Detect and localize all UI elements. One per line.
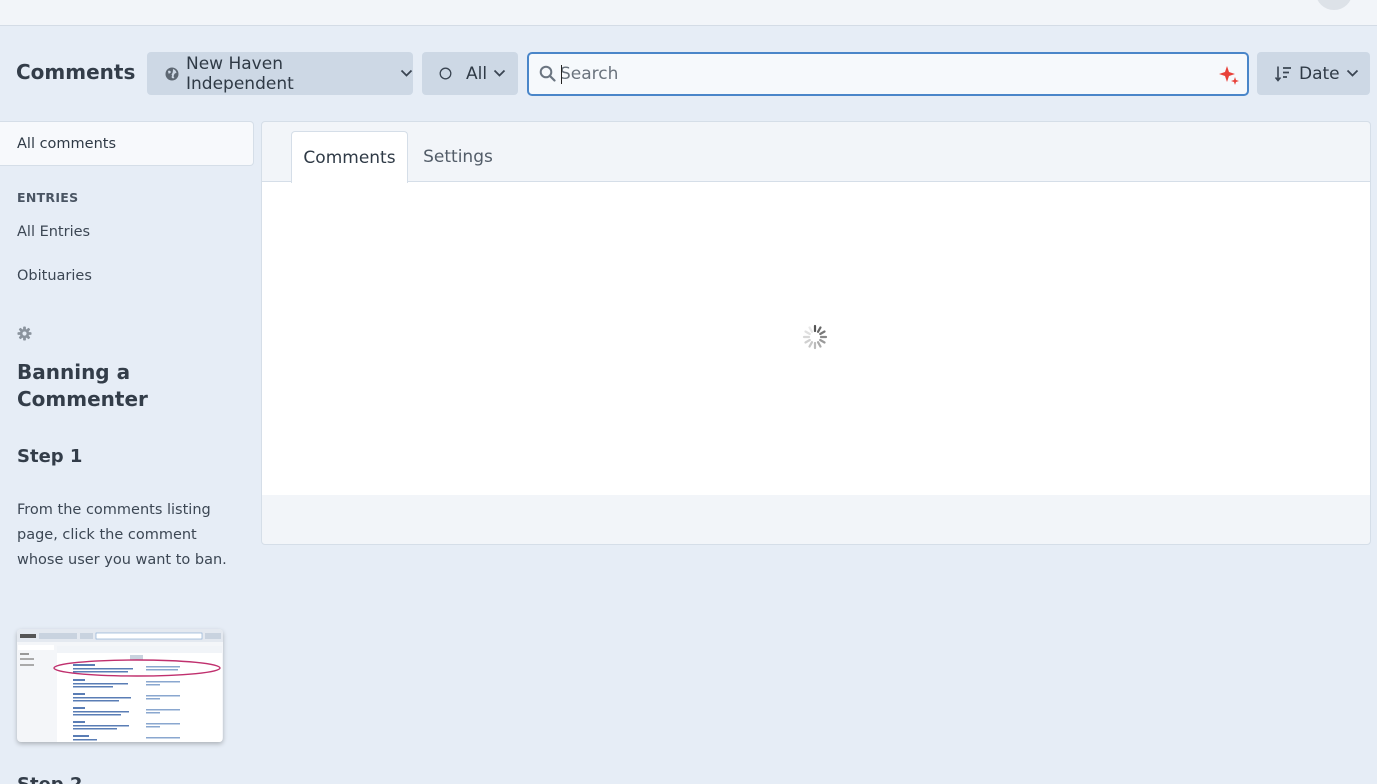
sidebar-heading-entries: ENTRIES xyxy=(17,190,79,205)
search-icon xyxy=(539,65,556,86)
spinner-icon xyxy=(802,324,828,354)
sort-icon xyxy=(1274,65,1292,83)
circle-icon xyxy=(439,67,452,80)
site-selector-button[interactable]: New Haven Independent xyxy=(147,52,413,95)
step-1-text: From the comments listing page, click th… xyxy=(17,502,227,568)
chevron-down-icon xyxy=(493,69,506,78)
text-caret xyxy=(561,65,562,84)
sort-button[interactable]: Date xyxy=(1257,52,1370,95)
step-1-screenshot[interactable] xyxy=(17,629,223,742)
tab-comments[interactable]: Comments xyxy=(291,131,408,183)
sparkle-icon[interactable] xyxy=(1218,64,1240,90)
comments-content xyxy=(262,181,1370,495)
step-1-title: Step 1 xyxy=(17,446,83,467)
top-bar xyxy=(0,0,1377,26)
gear-icon[interactable] xyxy=(17,326,32,345)
sort-label: Date xyxy=(1299,63,1340,84)
chevron-down-icon xyxy=(1346,69,1359,78)
comments-panel: Comments Settings xyxy=(261,121,1371,545)
sidebar-item-all-comments[interactable]: All comments xyxy=(0,121,254,166)
status-filter-button[interactable]: All xyxy=(422,52,518,95)
sidebar-item-obituaries[interactable]: Obituaries xyxy=(17,268,92,284)
avatar[interactable] xyxy=(1316,0,1352,10)
search-box[interactable] xyxy=(527,52,1249,96)
status-filter-label: All xyxy=(466,63,488,84)
help-title: Banning a Commenter xyxy=(17,360,148,411)
step-2-title: Step 2 xyxy=(17,774,82,784)
chevron-down-icon xyxy=(400,69,413,78)
site-selector-label: New Haven Independent xyxy=(186,53,294,94)
tab-settings[interactable]: Settings xyxy=(412,131,504,182)
search-input[interactable] xyxy=(560,60,1200,88)
sidebar-item-all-entries[interactable]: All Entries xyxy=(17,224,90,240)
page-title: Comments xyxy=(16,60,136,84)
globe-icon xyxy=(165,67,179,81)
